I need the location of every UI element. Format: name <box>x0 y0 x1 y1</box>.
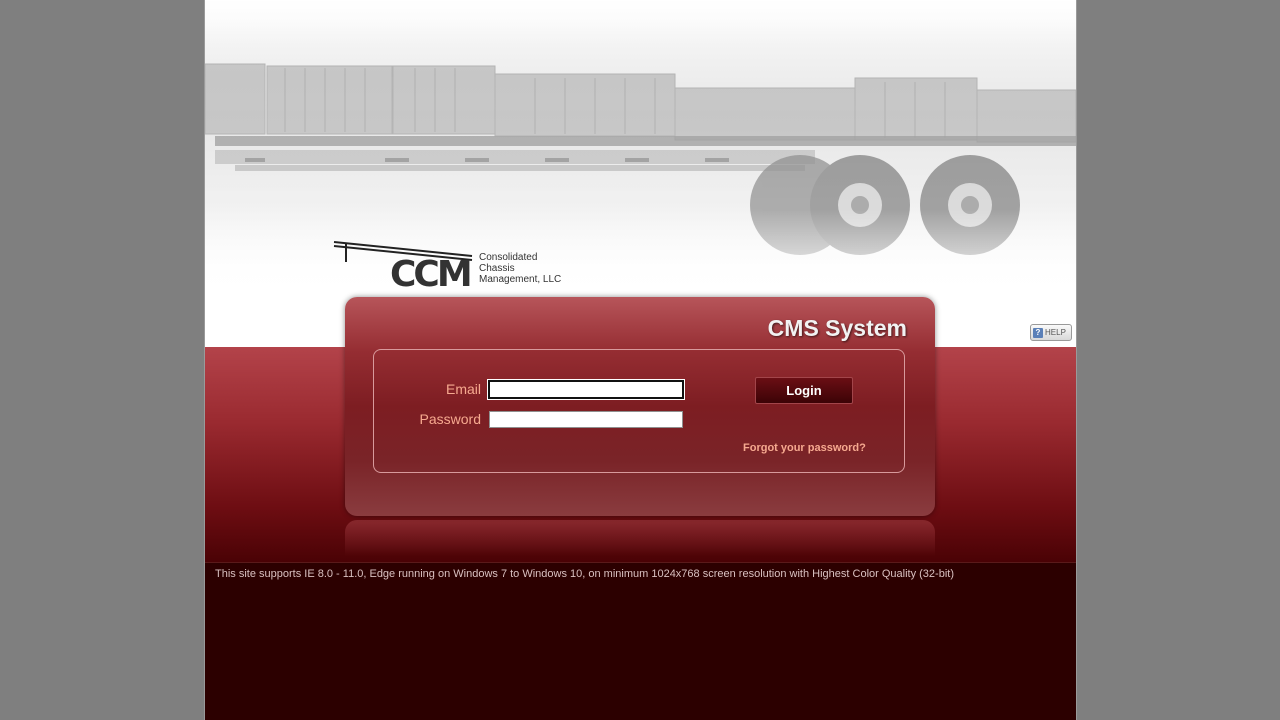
logo-letters: CCM <box>390 254 470 295</box>
help-button[interactable]: ? HELP <box>1030 324 1072 341</box>
panel-reflection <box>345 520 935 556</box>
company-line: Chassis <box>479 263 515 274</box>
footer <box>205 562 1076 720</box>
login-button[interactable]: Login <box>755 377 853 404</box>
ccm-logo: CCM <box>333 241 473 295</box>
help-label: HELP <box>1045 328 1066 337</box>
question-icon: ? <box>1033 327 1043 338</box>
browser-support-notice: This site supports IE 8.0 - 11.0, Edge r… <box>215 568 954 580</box>
email-label: Email <box>445 381 481 397</box>
company-line: Consolidated <box>479 252 538 263</box>
login-form: Email Password Login Forgot your passwor… <box>373 349 905 473</box>
password-field[interactable] <box>489 411 683 428</box>
page-container: CCM Consolidated Chassis Management, LLC… <box>204 0 1077 720</box>
panel-title: CMS System <box>767 315 907 341</box>
forgot-password-link[interactable]: Forgot your password? <box>743 442 866 454</box>
company-line: Management, LLC <box>479 274 562 285</box>
email-field[interactable] <box>487 379 685 400</box>
password-label: Password <box>419 411 481 427</box>
login-panel: CMS System Email Password Login Forgot y… <box>345 297 935 516</box>
company-name: Consolidated Chassis Management, LLC <box>479 252 561 285</box>
